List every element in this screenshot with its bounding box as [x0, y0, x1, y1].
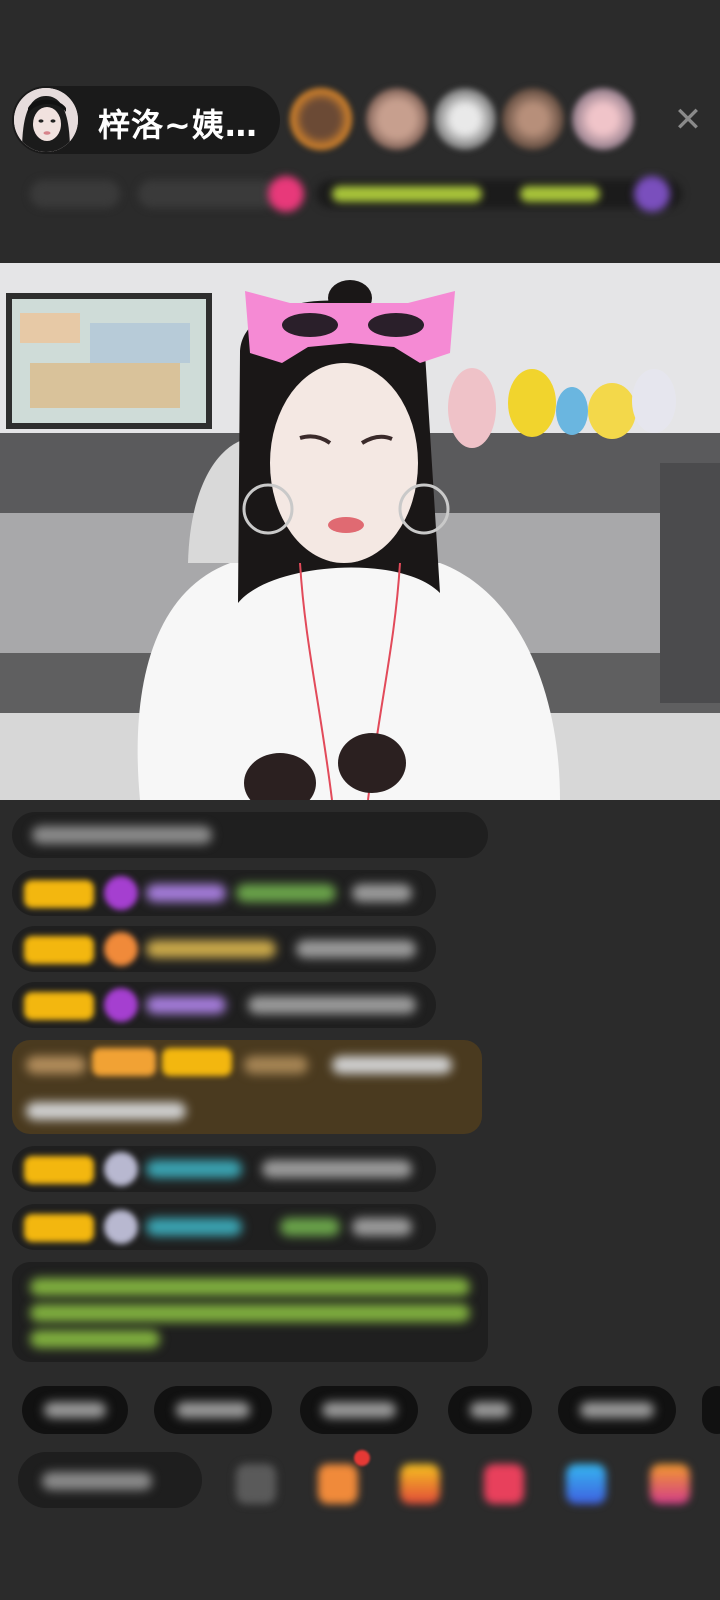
chat-text	[280, 1218, 340, 1236]
system-notice	[12, 1262, 488, 1362]
level-badge	[24, 1156, 94, 1184]
quick-reply-6[interactable]	[702, 1386, 720, 1434]
chat-text	[262, 1160, 412, 1178]
chat-username	[146, 996, 226, 1014]
level-badge	[24, 992, 94, 1020]
level-badge	[24, 1214, 94, 1242]
top-bar: 梓洛~姨… ✕	[0, 0, 720, 260]
red-packet-icon[interactable]	[400, 1464, 440, 1504]
quick-reply-5[interactable]	[558, 1386, 676, 1434]
quick-reply-3[interactable]	[300, 1386, 418, 1434]
chat-text	[296, 940, 416, 958]
more-apps-icon[interactable]	[650, 1464, 690, 1504]
emoji-icon[interactable]	[236, 1464, 276, 1504]
chat-text	[32, 826, 212, 844]
chat-username	[146, 1160, 242, 1178]
chat-message[interactable]	[12, 926, 436, 972]
viewer-avatar-2[interactable]	[366, 88, 428, 150]
fans-chip[interactable]	[138, 180, 278, 208]
heart-gift-icon[interactable]	[484, 1464, 524, 1504]
notification-dot	[354, 1450, 370, 1466]
viewer-avatar-1[interactable]	[290, 88, 352, 150]
vip-badge	[92, 1048, 156, 1076]
chat-message[interactable]	[12, 982, 436, 1028]
avatar-icon	[104, 1210, 138, 1244]
medal-icon	[104, 932, 138, 966]
chat-username	[244, 1056, 308, 1074]
gift-icon[interactable]	[268, 176, 304, 212]
info-row	[20, 172, 700, 216]
quick-reply-4[interactable]	[448, 1386, 532, 1434]
chat-message[interactable]	[12, 1204, 436, 1250]
viewer-avatar-3[interactable]	[434, 88, 496, 150]
level-badge	[162, 1048, 232, 1076]
notice-text	[30, 1304, 470, 1322]
viewer-avatar-4[interactable]	[502, 88, 564, 150]
chat-message[interactable]	[12, 1146, 436, 1192]
level-badge	[24, 880, 94, 908]
chat-text	[332, 1056, 452, 1074]
notice-text	[30, 1278, 470, 1296]
diamond-icon	[104, 988, 138, 1022]
quick-reply-1[interactable]	[22, 1386, 128, 1434]
chat-text	[236, 884, 336, 902]
quick-reply-2[interactable]	[154, 1386, 272, 1434]
chat-username	[146, 884, 226, 902]
host-avatar[interactable]	[14, 88, 78, 152]
game-icon[interactable]	[566, 1464, 606, 1504]
event-text	[332, 186, 482, 202]
chat-text	[26, 1102, 186, 1120]
chat-text	[248, 996, 416, 1014]
close-icon: ✕	[673, 100, 703, 140]
chat-text	[352, 884, 412, 902]
host-name[interactable]: 梓洛~姨…	[98, 100, 258, 146]
rank-chip[interactable]	[30, 180, 120, 208]
chat-message[interactable]	[12, 812, 488, 858]
live-video[interactable]	[0, 263, 720, 800]
level-badge	[24, 936, 94, 964]
comment-input[interactable]	[18, 1452, 202, 1508]
gift-box-icon[interactable]	[318, 1464, 358, 1504]
avatar-icon[interactable]	[634, 176, 670, 212]
diamond-icon	[104, 876, 138, 910]
chat-username	[146, 940, 276, 958]
notice-text	[30, 1330, 160, 1348]
chat-text	[352, 1218, 412, 1236]
highlight-message[interactable]	[12, 1040, 482, 1134]
host-info-pill[interactable]: 梓洛~姨…	[12, 86, 280, 154]
close-button[interactable]: ✕	[668, 100, 708, 140]
avatar-icon	[104, 1152, 138, 1186]
event-text-2	[520, 186, 600, 202]
chat-username	[146, 1218, 242, 1236]
viewer-avatar-5[interactable]	[572, 88, 634, 150]
chat-text	[26, 1056, 86, 1074]
chat-message[interactable]	[12, 870, 436, 916]
